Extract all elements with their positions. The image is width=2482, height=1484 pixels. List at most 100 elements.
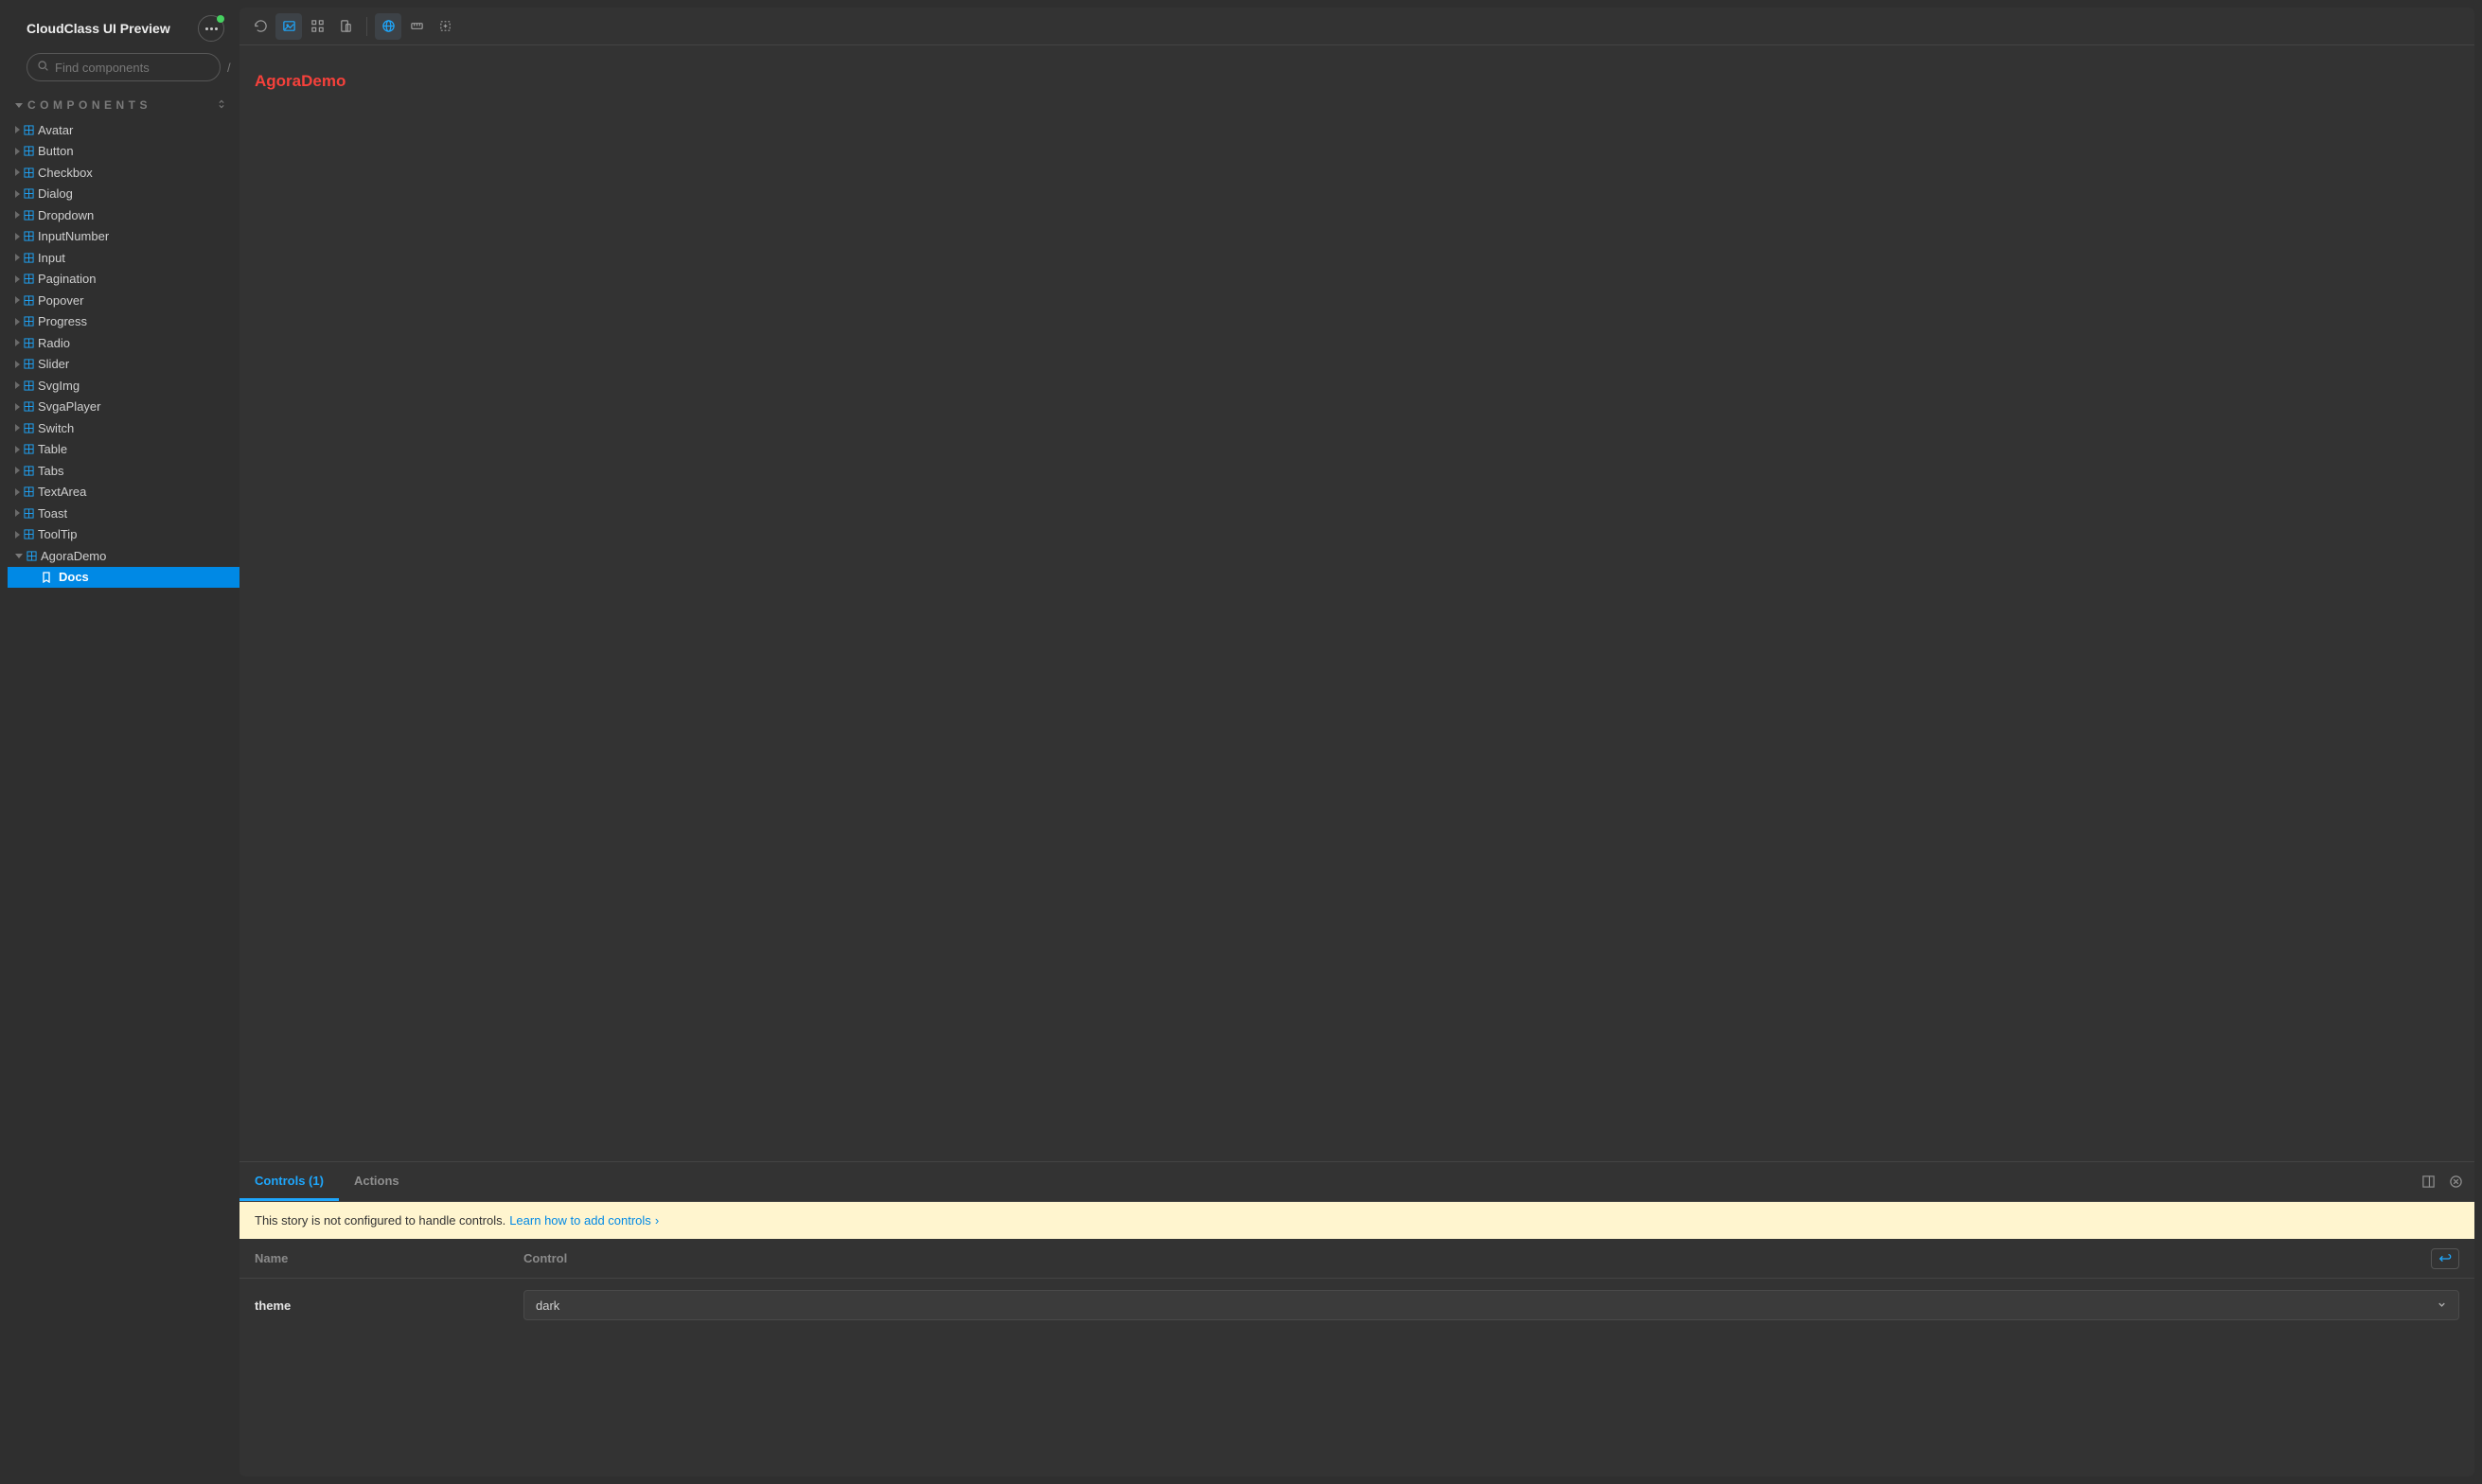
tree-item-button[interactable]: Button	[8, 141, 239, 163]
tab-actions[interactable]: Actions	[339, 1162, 415, 1201]
addons-panel: Controls (1) Actions This story is	[239, 1161, 2474, 1476]
caret-down-icon	[15, 554, 23, 558]
tree-item-label: Progress	[38, 314, 87, 328]
search-icon	[37, 60, 49, 75]
caret-right-icon	[15, 488, 20, 496]
tree-item-agorademo[interactable]: AgoraDemo	[8, 545, 239, 567]
tree-item-switch[interactable]: Switch	[8, 417, 239, 439]
caret-right-icon	[15, 318, 20, 326]
tree-item-avatar[interactable]: Avatar	[8, 119, 239, 141]
tree-item-radio[interactable]: Radio	[8, 332, 239, 354]
component-icon	[24, 338, 34, 348]
canvas-toolbar	[239, 8, 2474, 45]
caret-right-icon	[15, 446, 20, 453]
tree-item-dropdown[interactable]: Dropdown	[8, 204, 239, 226]
globe-button[interactable]	[375, 13, 401, 40]
tree-item-pagination[interactable]: Pagination	[8, 269, 239, 291]
caret-right-icon	[15, 148, 20, 155]
tab-label: Controls (1)	[255, 1174, 324, 1188]
controls-notice: This story is not configured to handle c…	[239, 1202, 2474, 1239]
component-icon	[24, 146, 34, 156]
caret-right-icon	[15, 509, 20, 517]
tree-item-svgaplayer[interactable]: SvgaPlayer	[8, 397, 239, 418]
caret-right-icon	[15, 296, 20, 304]
tree-item-docs[interactable]: Docs	[8, 567, 239, 589]
outline-button[interactable]	[432, 13, 458, 40]
caret-right-icon	[15, 168, 20, 176]
tree-item-tabs[interactable]: Tabs	[8, 460, 239, 482]
measure-button[interactable]	[403, 13, 430, 40]
caret-right-icon	[15, 190, 20, 198]
tree-item-progress[interactable]: Progress	[8, 311, 239, 333]
tab-controls[interactable]: Controls (1)	[239, 1162, 339, 1201]
component-icon	[24, 380, 34, 391]
tree-item-label: Toast	[38, 506, 67, 521]
app-title: CloudClass UI Preview	[27, 20, 170, 38]
tree-item-svgimg[interactable]: SvgImg	[8, 375, 239, 397]
controls-header-row: Name Control	[239, 1239, 2474, 1279]
component-icon	[24, 295, 34, 306]
tree-item-label: InputNumber	[38, 229, 109, 243]
caret-down-icon	[15, 103, 23, 108]
component-icon	[24, 168, 34, 178]
tree-item-slider[interactable]: Slider	[8, 354, 239, 376]
zoom-button[interactable]	[275, 13, 302, 40]
tree-item-label: ToolTip	[38, 527, 77, 541]
search-input[interactable]	[55, 61, 222, 75]
tree-item-label: Slider	[38, 357, 69, 371]
menu-button[interactable]	[198, 15, 224, 42]
tree-item-input[interactable]: Input	[8, 247, 239, 269]
tree-item-toast[interactable]: Toast	[8, 503, 239, 524]
tree-item-label: TextArea	[38, 485, 86, 499]
select-value: dark	[536, 1298, 559, 1313]
caret-right-icon	[15, 211, 20, 219]
control-name: theme	[255, 1298, 523, 1313]
refresh-button[interactable]	[247, 13, 274, 40]
notice-link[interactable]: Learn how to add controls	[509, 1213, 651, 1228]
chevron-right-icon: ›	[655, 1213, 659, 1228]
demo-title: AgoraDemo	[255, 72, 346, 90]
tree-item-label: Avatar	[38, 123, 73, 137]
tree-item-table[interactable]: Table	[8, 439, 239, 461]
tree-item-dialog[interactable]: Dialog	[8, 184, 239, 205]
component-icon	[27, 551, 37, 561]
expand-collapse-icon[interactable]	[217, 98, 226, 112]
caret-right-icon	[15, 254, 20, 261]
tree-item-label: Button	[38, 144, 74, 158]
reset-controls-button[interactable]	[2431, 1248, 2459, 1269]
search-shortcut: /	[227, 61, 231, 75]
header-name: Name	[255, 1251, 523, 1265]
status-badge-icon	[217, 15, 224, 23]
caret-right-icon	[15, 403, 20, 411]
search-input-wrap[interactable]: /	[27, 53, 221, 81]
tree-item-label: AgoraDemo	[41, 549, 106, 563]
sidebar-header: CloudClass UI Preview	[8, 15, 239, 53]
tree-item-textarea[interactable]: TextArea	[8, 482, 239, 504]
caret-right-icon	[15, 467, 20, 474]
component-icon	[24, 466, 34, 476]
component-icon	[24, 316, 34, 327]
close-panel-button[interactable]	[2449, 1175, 2463, 1189]
section-header-components[interactable]: COMPONENTS	[8, 98, 239, 119]
tree-item-label: Table	[38, 442, 67, 456]
control-select-theme[interactable]: dark	[523, 1290, 2459, 1320]
panel-orientation-button[interactable]	[2421, 1175, 2436, 1189]
chevron-down-icon	[2437, 1298, 2447, 1313]
addons-tabbar: Controls (1) Actions	[239, 1162, 2474, 1202]
tree-item-label: Checkbox	[38, 166, 93, 180]
tab-label: Actions	[354, 1174, 399, 1188]
component-tree: Avatar Button Checkbox Dialog Dropdown	[8, 119, 239, 1476]
tree-item-label: SvgaPlayer	[38, 399, 100, 414]
tree-item-popover[interactable]: Popover	[8, 290, 239, 311]
grid-button[interactable]	[304, 13, 330, 40]
component-icon	[24, 529, 34, 539]
tree-item-checkbox[interactable]: Checkbox	[8, 162, 239, 184]
tree-item-inputnumber[interactable]: InputNumber	[8, 226, 239, 248]
viewport-button[interactable]	[332, 13, 359, 40]
component-icon	[24, 359, 34, 369]
toolbar-separator	[366, 17, 367, 36]
tree-item-label: Docs	[59, 570, 89, 584]
tree-item-label: Popover	[38, 293, 83, 308]
tree-item-label: Radio	[38, 336, 70, 350]
tree-item-tooltip[interactable]: ToolTip	[8, 524, 239, 546]
